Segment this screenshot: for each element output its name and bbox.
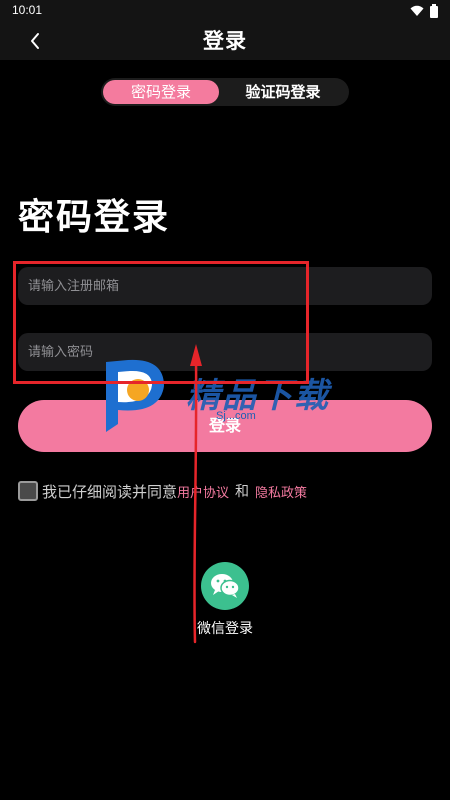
email-input[interactable] <box>18 267 432 305</box>
agreement-checkbox[interactable] <box>18 481 38 501</box>
tab-code-login[interactable]: 验证码登录 <box>219 78 347 106</box>
status-icons <box>410 4 438 18</box>
wechat-login-button[interactable] <box>201 562 249 610</box>
login-button[interactable]: 登录 <box>18 400 432 452</box>
status-bar: 10:01 <box>0 0 450 22</box>
agreement-text: 我已仔细阅读并同意 <box>42 482 178 501</box>
page-title: 登录 <box>203 29 247 53</box>
nav-bar: 登录 <box>0 22 450 60</box>
wechat-login-label: 微信登录 <box>197 621 253 637</box>
battery-icon <box>430 4 438 18</box>
status-time: 10:01 <box>12 3 43 17</box>
login-mode-tabs: 密码登录 验证码登录 <box>101 78 349 106</box>
wifi-icon <box>410 5 424 16</box>
agreement-row: 我已仔细阅读并同意 用户协议 和 隐私政策 <box>18 480 307 502</box>
password-input[interactable] <box>18 333 432 371</box>
agreement-and-text: 和 <box>235 484 250 500</box>
wechat-icon <box>211 574 240 598</box>
form-heading: 密码登录 <box>18 197 171 238</box>
tab-password-login[interactable]: 密码登录 <box>103 80 219 104</box>
user-agreement-link[interactable]: 用户协议 <box>177 482 229 501</box>
privacy-policy-link[interactable]: 隐私政策 <box>255 482 307 501</box>
